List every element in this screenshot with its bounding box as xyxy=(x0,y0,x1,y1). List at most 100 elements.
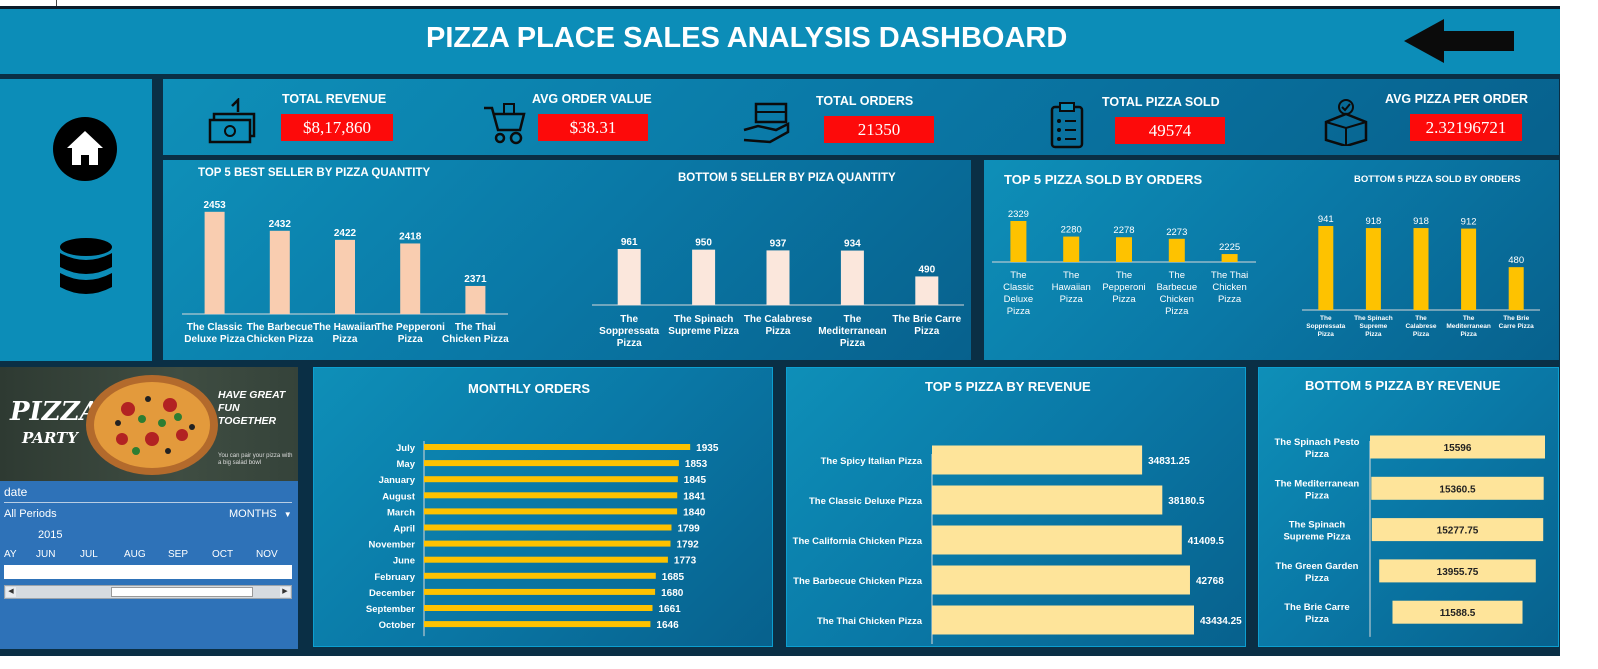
bar-value-label: 934 xyxy=(844,239,861,250)
bar-value-label: 13955.75 xyxy=(1437,567,1479,578)
bar xyxy=(424,476,678,483)
bar-value-label: 918 xyxy=(1413,216,1429,227)
bar-value-label: 2418 xyxy=(399,231,422,242)
bar xyxy=(1116,237,1132,262)
category-label: January xyxy=(379,475,416,486)
bar xyxy=(424,460,679,467)
bar xyxy=(424,492,678,499)
category-label: The Spinach Supreme Pizza xyxy=(1354,315,1393,338)
category-label: June xyxy=(393,556,415,567)
category-label: The Spinach Supreme Pizza xyxy=(1283,520,1351,543)
slicer-month[interactable]: AY xyxy=(4,549,17,560)
category-label: The Thai Chicken Pizza xyxy=(817,616,923,627)
bar xyxy=(1508,267,1524,310)
category-label: The Classic Deluxe Pizza xyxy=(809,496,923,507)
bar xyxy=(1461,228,1477,310)
bar-value-label: 1799 xyxy=(677,524,700,535)
category-label: August xyxy=(382,491,416,502)
category-label: The Calabrese Pizza xyxy=(1405,315,1436,338)
slicer-month[interactable]: JUL xyxy=(80,549,98,560)
bar xyxy=(1063,236,1080,262)
bar-value-label: 937 xyxy=(770,238,787,249)
bar xyxy=(915,276,939,305)
bar xyxy=(1168,238,1185,262)
category-label: The Pepperoni Pizza xyxy=(375,322,445,345)
slicer-month[interactable]: NOV xyxy=(256,549,278,560)
category-label: The Soppressata Pizza xyxy=(1306,315,1345,338)
category-label: The Hawaiian Pizza xyxy=(313,322,377,345)
bar xyxy=(1318,226,1334,310)
slicer-month[interactable]: JUN xyxy=(36,549,55,560)
bar-value-label: 2225 xyxy=(1219,242,1240,253)
bar xyxy=(424,621,651,628)
category-label: November xyxy=(369,540,416,551)
bar-value-label: 2422 xyxy=(334,228,357,239)
bar-value-label: 2278 xyxy=(1113,225,1134,236)
category-label: December xyxy=(369,588,415,599)
bar xyxy=(932,485,1163,515)
bar-value-label: 2280 xyxy=(1061,225,1082,236)
bar-value-label: 15277.75 xyxy=(1437,526,1479,537)
bar xyxy=(766,250,790,305)
bar-value-label: 1841 xyxy=(683,491,706,502)
bar xyxy=(424,605,653,611)
bar xyxy=(932,525,1182,555)
slicer-month[interactable]: AUG xyxy=(124,549,146,560)
bar xyxy=(840,250,864,305)
category-label: The Spinach Pesto Pizza xyxy=(1275,437,1360,460)
bar-value-label: 480 xyxy=(1508,255,1524,266)
bar-value-label: 1792 xyxy=(677,540,700,551)
category-label: The Spicy Italian Pizza xyxy=(821,456,923,467)
category-label: The Hawaiian Pizza xyxy=(1052,270,1091,305)
category-label: July xyxy=(396,443,416,454)
bar-value-label: 950 xyxy=(695,238,712,249)
slicer-month[interactable]: OCT xyxy=(212,549,233,560)
bar xyxy=(932,605,1194,635)
bar xyxy=(932,445,1143,475)
bar xyxy=(424,588,656,595)
category-label: The Brie Carre Pizza xyxy=(1499,315,1534,330)
category-label: February xyxy=(374,572,415,583)
bar-value-label: 15360.5 xyxy=(1439,484,1476,495)
category-label: March xyxy=(387,507,415,518)
bar xyxy=(1365,228,1381,310)
category-label: The Green Garden Pizza xyxy=(1276,561,1359,584)
bar xyxy=(400,243,421,314)
bar xyxy=(692,249,716,305)
category-label: The Mediterranean Pizza xyxy=(818,314,886,349)
category-label: The Soppressata Pizza xyxy=(599,314,659,349)
bar xyxy=(1413,228,1429,310)
category-label: October xyxy=(379,620,416,631)
bar xyxy=(204,211,225,314)
bar-value-label: 38180.5 xyxy=(1168,496,1205,507)
bar-value-label: 1853 xyxy=(685,459,708,470)
category-label: The Brie Carre Pizza xyxy=(1284,602,1349,625)
bar-value-label: 2453 xyxy=(203,200,226,211)
bar-value-label: 918 xyxy=(1365,216,1381,227)
category-label: The Classic Deluxe Pizza xyxy=(184,322,245,345)
bar xyxy=(269,230,290,314)
bar xyxy=(465,285,486,314)
bar-value-label: 961 xyxy=(621,237,638,248)
slicer-month[interactable]: SEP xyxy=(168,549,188,560)
bar xyxy=(1010,221,1027,262)
bar-value-label: 2371 xyxy=(464,274,487,285)
bar xyxy=(424,444,691,450)
category-label: The Thai Chicken Pizza xyxy=(442,322,509,345)
bar xyxy=(424,524,672,531)
bar-value-label: 1661 xyxy=(658,604,681,615)
category-label: May xyxy=(397,459,416,470)
bar-value-label: 490 xyxy=(918,264,935,275)
bar-value-label: 43434.25 xyxy=(1200,616,1242,627)
category-label: The Brie Carre Pizza xyxy=(892,314,961,337)
bar xyxy=(1221,254,1238,262)
category-label: The Thai Chicken Pizza xyxy=(1211,270,1248,305)
bar-value-label: 1935 xyxy=(696,443,719,454)
bar xyxy=(617,249,641,305)
bar-value-label: 41409.5 xyxy=(1188,536,1225,547)
bar-value-label: 1646 xyxy=(656,620,679,631)
right-edge xyxy=(1560,0,1598,669)
category-label: The Spinach Supreme Pizza xyxy=(668,314,739,337)
category-label: The Calabrese Pizza xyxy=(744,314,813,337)
bar-value-label: 34831.25 xyxy=(1148,456,1190,467)
